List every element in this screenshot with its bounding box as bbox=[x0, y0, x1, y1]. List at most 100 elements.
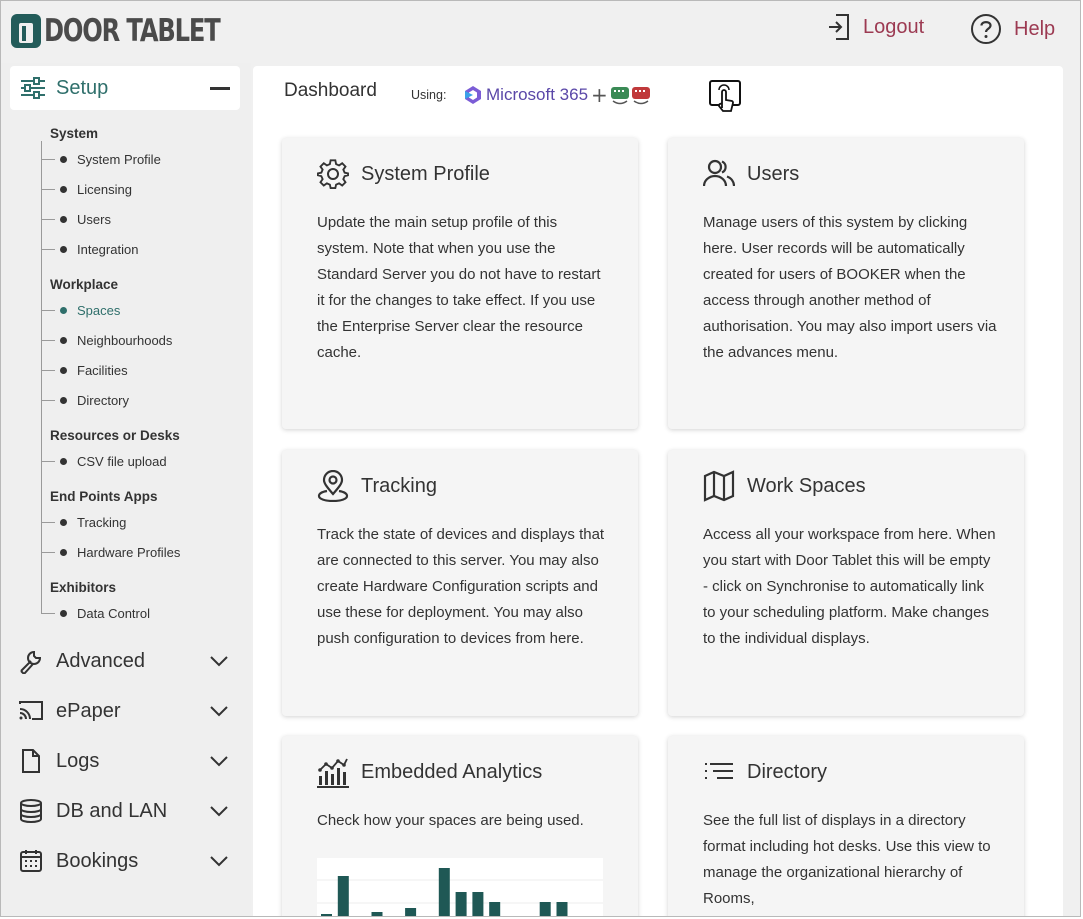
setup-label: Setup bbox=[56, 76, 109, 99]
sidebar-item-label: Licensing bbox=[77, 181, 132, 197]
sidebar-item-label: Users bbox=[77, 211, 111, 227]
bullet-icon bbox=[60, 609, 67, 617]
bullet-icon bbox=[60, 396, 67, 404]
section-label: Bookings bbox=[56, 849, 139, 872]
chart-bar bbox=[556, 902, 568, 916]
tree-tick bbox=[41, 369, 55, 371]
group-title-workplace: Workplace bbox=[50, 277, 119, 292]
booker-badges-icon bbox=[610, 87, 650, 105]
sidebar-item-label: Directory bbox=[77, 392, 130, 408]
card-tracking[interactable]: Tracking Track the state of devices and … bbox=[282, 450, 638, 716]
tablet-logo-icon bbox=[11, 14, 41, 48]
card-users[interactable]: Users Manage users of this system by cli… bbox=[668, 138, 1024, 429]
chart-bar bbox=[405, 908, 417, 916]
sidebar-item-label: Spaces bbox=[77, 302, 121, 318]
sidebar-item-licensing[interactable]: Licensing bbox=[41, 179, 132, 199]
collapse-minus-icon[interactable] bbox=[210, 87, 230, 90]
chevron-down-icon[interactable] bbox=[209, 851, 229, 871]
section-label: DB and LAN bbox=[56, 799, 168, 822]
sidebar-item-spaces[interactable]: Spaces bbox=[41, 300, 120, 320]
card-description: Check how your spaces are being used. bbox=[317, 812, 584, 829]
chart-bar bbox=[455, 892, 467, 916]
tree-tick bbox=[41, 551, 55, 553]
cast-icon bbox=[19, 701, 43, 720]
location-pin-icon bbox=[317, 470, 349, 502]
sidebar-item-directory[interactable]: Directory bbox=[41, 390, 129, 410]
bullet-icon bbox=[60, 548, 67, 556]
gear-icon bbox=[317, 159, 349, 190]
chevron-down-icon[interactable] bbox=[209, 701, 229, 721]
card-description: See the full list of displays in a direc… bbox=[703, 812, 991, 907]
app-window: DOOR TABLET Logout Help Setup System Sys… bbox=[0, 0, 1081, 917]
sidebar-item-label: System Profile bbox=[77, 151, 161, 167]
section-logs[interactable]: Logs bbox=[18, 741, 233, 781]
sliders-icon bbox=[21, 77, 45, 99]
bullet-icon bbox=[60, 336, 67, 344]
sidebar-item-system-profile[interactable]: System Profile bbox=[41, 149, 161, 169]
card-description: Track the state of devices and displays … bbox=[317, 526, 605, 647]
group-title-end-points: End Points Apps bbox=[50, 489, 158, 504]
wrench-icon bbox=[20, 650, 42, 674]
chart-bar bbox=[337, 876, 349, 916]
section-bookings[interactable]: Bookings bbox=[18, 841, 233, 881]
tree-tick bbox=[41, 339, 55, 341]
bullet-icon bbox=[60, 215, 67, 223]
bullet-icon bbox=[60, 155, 67, 163]
database-icon bbox=[20, 799, 42, 823]
tree-tick bbox=[41, 188, 55, 190]
logout-button[interactable]: Logout bbox=[827, 13, 924, 41]
sidebar-item-label: CSV file upload bbox=[77, 453, 167, 469]
touch-screen-icon[interactable] bbox=[708, 78, 742, 112]
calendar-icon bbox=[20, 850, 42, 872]
microsoft-365-icon bbox=[465, 86, 481, 104]
bullet-icon bbox=[60, 518, 67, 526]
chevron-down-icon[interactable] bbox=[209, 651, 229, 671]
section-db-and-lan[interactable]: DB and LAN bbox=[18, 791, 233, 831]
card-title: Directory bbox=[747, 760, 828, 783]
help-button[interactable]: Help bbox=[970, 13, 1055, 45]
card-system-profile[interactable]: System Profile Update the main setup pro… bbox=[282, 138, 638, 429]
tree-tick bbox=[41, 309, 55, 311]
breadcrumb[interactable]: Dashboard bbox=[284, 80, 377, 102]
sidebar-item-neighbourhoods[interactable]: Neighbourhoods bbox=[41, 330, 172, 350]
sidebar-item-label: Facilities bbox=[77, 362, 128, 378]
sidebar-item-integration[interactable]: Integration bbox=[41, 239, 138, 259]
setup-section-header[interactable]: Setup bbox=[10, 66, 240, 110]
tree-tick bbox=[41, 399, 55, 401]
help-label: Help bbox=[1014, 17, 1056, 40]
list-icon bbox=[705, 763, 733, 779]
card-header: Work Spaces bbox=[703, 470, 866, 502]
top-bar: DOOR TABLET Logout Help bbox=[1, 1, 1080, 63]
logo-text: DOOR TABLET bbox=[44, 13, 221, 49]
card-header: Directory bbox=[703, 756, 827, 788]
tree-tick bbox=[41, 158, 55, 160]
sidebar-item-label: Integration bbox=[77, 241, 139, 257]
group-title-resources: Resources or Desks bbox=[50, 428, 180, 443]
card-title: Embedded Analytics bbox=[361, 760, 543, 783]
bullet-icon bbox=[60, 366, 67, 374]
card-work-spaces[interactable]: Work Spaces Access all your workspace fr… bbox=[668, 450, 1024, 716]
logo[interactable]: DOOR TABLET bbox=[11, 13, 269, 49]
sidebar: Setup System System Profile Licensing Us… bbox=[1, 63, 251, 916]
sidebar-item-facilities[interactable]: Facilities bbox=[41, 360, 128, 380]
card-embedded-analytics[interactable]: Embedded Analytics Check how your spaces… bbox=[282, 736, 638, 916]
sidebar-item-tracking[interactable]: Tracking bbox=[41, 512, 126, 532]
chevron-down-icon[interactable] bbox=[209, 801, 229, 821]
sidebar-item-data-control[interactable]: Data Control bbox=[41, 603, 150, 623]
card-directory[interactable]: Directory See the full list of displays … bbox=[668, 736, 1024, 916]
sidebar-item-label: Hardware Profiles bbox=[77, 544, 181, 560]
card-header: Embedded Analytics bbox=[317, 756, 542, 788]
section-advanced[interactable]: Advanced bbox=[18, 641, 233, 681]
chart-bar bbox=[438, 868, 450, 916]
chevron-down-icon[interactable] bbox=[209, 751, 229, 771]
section-epaper[interactable]: ePaper bbox=[18, 691, 233, 731]
logout-label: Logout bbox=[863, 15, 925, 38]
card-description: Update the main setup profile of this sy… bbox=[317, 214, 601, 361]
bullet-icon bbox=[60, 245, 67, 253]
sidebar-item-csv-upload[interactable]: CSV file upload bbox=[41, 451, 167, 471]
map-icon bbox=[703, 470, 735, 502]
sidebar-item-hardware-profiles[interactable]: Hardware Profiles bbox=[41, 542, 180, 562]
sidebar-item-label: Tracking bbox=[77, 514, 127, 530]
sidebar-item-users[interactable]: Users bbox=[41, 209, 111, 229]
chart-bar bbox=[539, 902, 551, 916]
